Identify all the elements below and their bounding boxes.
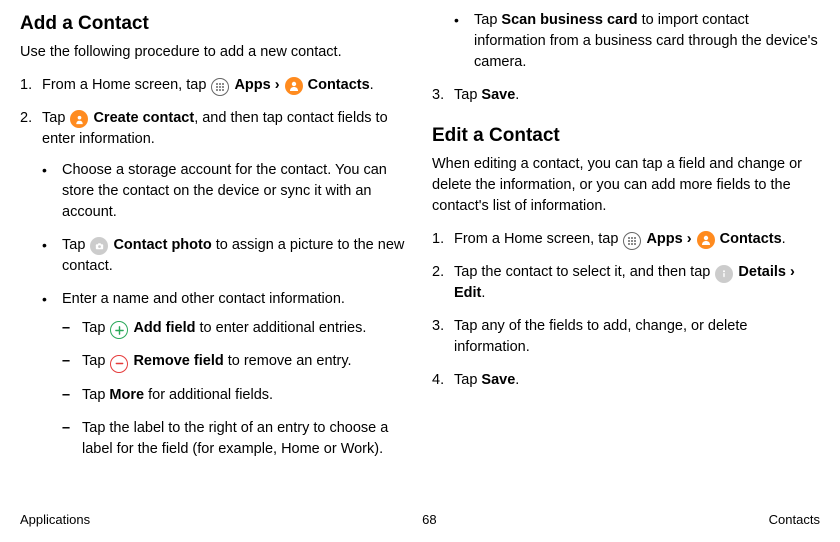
contacts-icon [285,77,303,95]
addfield-label: Add field [133,320,195,336]
edit-steps: From a Home screen, tap Apps › Contacts.… [432,229,820,391]
e1-contacts: Contacts [720,231,782,247]
bullet-photo: Tap Contact photo to assign a picture to… [42,235,408,277]
step1-end: . [370,77,374,93]
scan-label: Scan business card [501,12,637,28]
step-3-save: Tap Save. [432,85,820,106]
minus-icon [110,355,128,373]
apps-icon [623,232,641,250]
more-label: More [109,387,144,403]
step2-prefix: Tap [42,110,69,126]
removefield-label: Remove field [133,353,223,369]
step2-bullets: Choose a storage account for the contact… [42,160,408,460]
dash-addfield: Tap Add field to enter additional entrie… [62,318,408,340]
e1-sep: › [687,231,696,247]
create-contact-icon [70,110,88,128]
heading-edit-contact: Edit a Contact [432,122,820,150]
save-label: Save [481,87,515,103]
bullet-storage: Choose a storage account for the contact… [42,160,408,223]
addfield-suffix: to enter additional entries. [195,320,366,336]
removefield-suffix: to remove an entry. [224,353,352,369]
edit-step-2: Tap the contact to select it, and then t… [432,262,820,304]
dash-removefield: Tap Remove field to remove an entry. [62,351,408,373]
e2-end: . [481,285,485,301]
dash-more: Tap More for additional fields. [62,385,408,406]
footer-right: Contacts [769,512,820,527]
e2-prefix: Tap the contact to select it, and then t… [454,264,714,280]
intro-add: Use the following procedure to add a new… [20,42,408,63]
addfield-prefix: Tap [82,320,109,336]
apps-icon [211,78,229,96]
step1-sep: › [275,77,284,93]
sub-dash: Tap Add field to enter additional entrie… [62,318,408,460]
right-save-step: Tap Save. [432,85,820,106]
footer-left: Applications [20,512,90,527]
e1-prefix: From a Home screen, tap [454,231,622,247]
details-icon [715,265,733,283]
dash-label-entry: Tap the label to the right of an entry t… [62,418,408,460]
more-prefix: Tap [82,387,109,403]
heading-add-contact: Add a Contact [20,10,408,38]
removefield-prefix: Tap [82,353,109,369]
right-column: Tap Scan business card to import contact… [432,10,820,500]
contact-photo-icon [90,237,108,255]
page-content: Add a Contact Use the following procedur… [20,10,820,500]
page-footer: Applications 68 Contacts [20,500,820,530]
e4-prefix: Tap [454,372,481,388]
create-contact-label: Create contact [93,110,194,126]
footer-page: 68 [422,512,436,527]
edit-step-1: From a Home screen, tap Apps › Contacts. [432,229,820,250]
step1-prefix: From a Home screen, tap [42,77,210,93]
edit-step-3: Tap any of the fields to add, change, or… [432,316,820,358]
e4-end: . [515,372,519,388]
e1-end: . [782,231,786,247]
e2-sep: › [786,264,795,280]
plus-icon [110,321,128,339]
save-prefix: Tap [454,87,481,103]
bullet-name-text: Enter a name and other contact informati… [62,291,345,307]
e1-apps: Apps [646,231,682,247]
photo-label: Contact photo [113,237,211,253]
more-suffix: for additional fields. [144,387,273,403]
left-column: Add a Contact Use the following procedur… [20,10,408,500]
e2-edit: Edit [454,285,481,301]
scan-prefix: Tap [474,12,501,28]
photo-prefix: Tap [62,237,89,253]
right-top-bullet: Tap Scan business card to import contact… [432,10,820,73]
bullet-name: Enter a name and other contact informati… [42,289,408,460]
e2-details: Details [738,264,786,280]
edit-step-4: Tap Save. [432,370,820,391]
step-1: From a Home screen, tap Apps › Contacts. [20,75,408,96]
contacts-icon [697,231,715,249]
save-end: . [515,87,519,103]
add-steps: From a Home screen, tap Apps › Contacts.… [20,75,408,460]
apps-label: Apps [234,77,270,93]
contacts-label: Contacts [308,77,370,93]
bullet-scan: Tap Scan business card to import contact… [454,10,820,73]
step-2: Tap Create contact, and then tap contact… [20,108,408,460]
e4-save: Save [481,372,515,388]
intro-edit: When editing a contact, you can tap a fi… [432,154,820,217]
